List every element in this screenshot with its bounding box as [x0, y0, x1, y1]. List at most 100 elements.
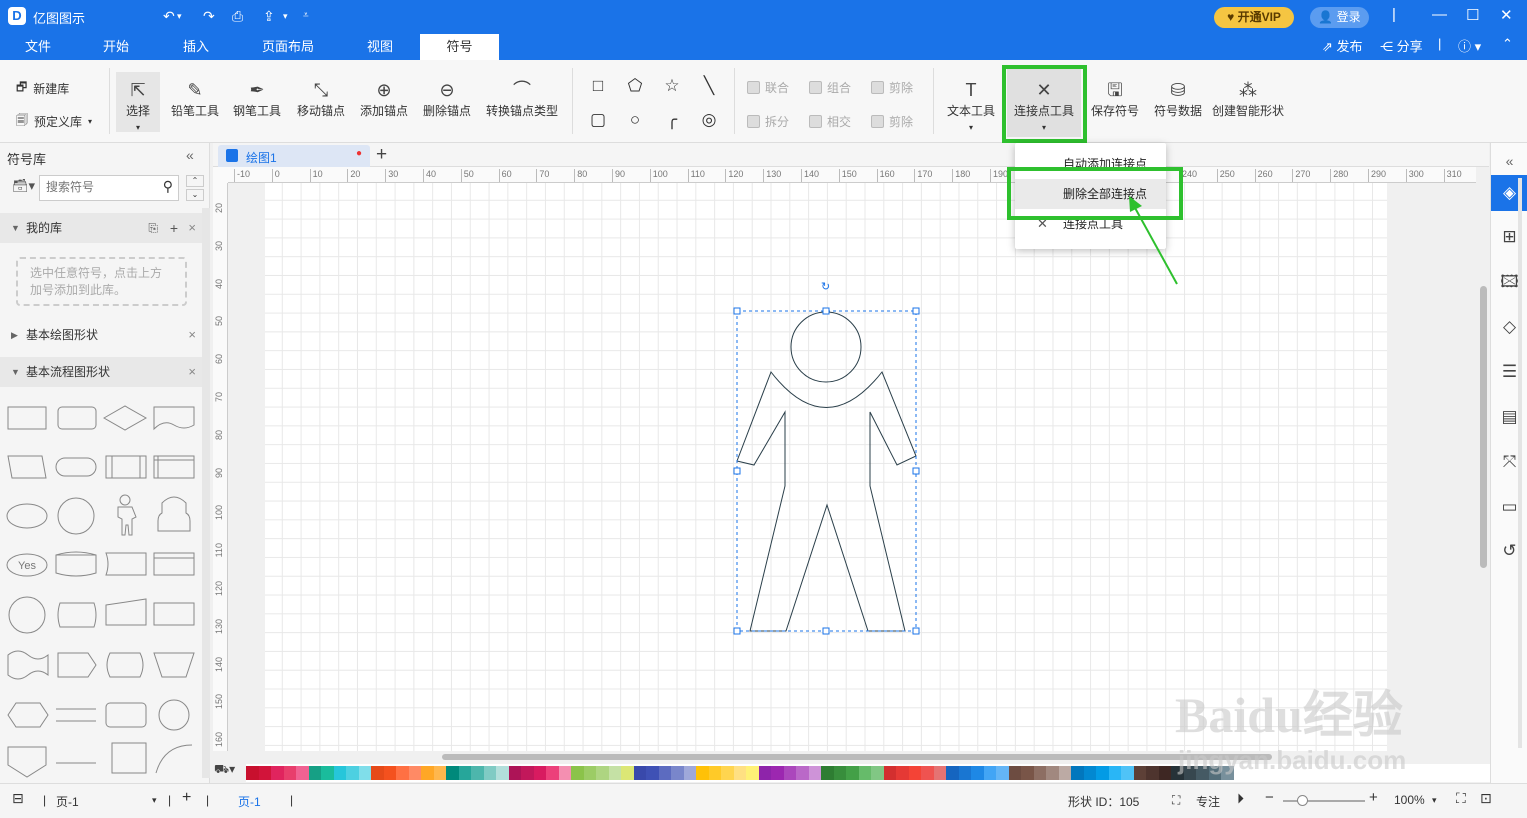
fill-bucket-icon[interactable]: ⛟▾	[214, 762, 246, 782]
color-swatch[interactable]	[446, 766, 459, 780]
color-swatch[interactable]	[471, 766, 484, 780]
close-icon[interactable]: ×	[188, 213, 196, 243]
star-shape-icon[interactable]: ☆	[662, 76, 682, 96]
color-swatch[interactable]	[1158, 766, 1171, 780]
fit-page-icon[interactable]: ⊡	[1480, 790, 1492, 807]
color-swatch[interactable]	[271, 766, 284, 780]
symbol-data-button[interactable]: ⛁ 符号数据	[1151, 78, 1205, 119]
color-swatch[interactable]	[458, 766, 471, 780]
vertical-scrollbar-thumb[interactable]	[1480, 286, 1487, 568]
offpage-connector-shape[interactable]	[7, 746, 47, 778]
color-swatch[interactable]	[708, 766, 721, 780]
color-swatch[interactable]	[396, 766, 409, 780]
person-shape[interactable]	[157, 496, 191, 532]
spiral-shape-icon[interactable]: ◎	[699, 110, 719, 130]
vip-button[interactable]: ♥ 开通VIP	[1214, 7, 1294, 28]
undo-icon[interactable]: ↶	[163, 8, 175, 24]
basic-shapes-header[interactable]: ▶ 基本绘图形状 ×	[0, 320, 202, 350]
add-symbol-icon[interactable]: +	[170, 213, 178, 243]
color-swatch[interactable]	[1083, 766, 1096, 780]
my-library-header[interactable]: ▼ 我的库 ⎘ + ×	[0, 213, 202, 243]
page-tab[interactable]: 页-1	[238, 793, 261, 810]
color-swatch[interactable]	[496, 766, 509, 780]
color-swatch[interactable]	[321, 766, 334, 780]
display-shape[interactable]	[57, 652, 97, 678]
color-swatch[interactable]	[1071, 766, 1084, 780]
color-swatch[interactable]	[871, 766, 884, 780]
color-swatch[interactable]	[521, 766, 534, 780]
play-icon[interactable]: ⏵	[1237, 790, 1244, 807]
export-icon[interactable]: ⇪	[263, 8, 275, 24]
search-input[interactable]	[46, 176, 156, 198]
vertical-scrollbar-track[interactable]	[1477, 183, 1489, 751]
fullscreen-icon[interactable]: ⛶	[1456, 790, 1466, 807]
scroll-up-icon[interactable]: ⌃	[186, 175, 204, 187]
basic-flowchart-header[interactable]: ▼ 基本流程图形状 ×	[0, 357, 202, 387]
color-swatch[interactable]	[658, 766, 671, 780]
color-swatch[interactable]	[308, 766, 321, 780]
expand-panel-icon[interactable]: «	[1491, 143, 1527, 179]
move-anchor-button[interactable]: ⤡ 移动锚点	[293, 78, 349, 119]
combine-button[interactable]: 组合	[809, 79, 851, 96]
split-button[interactable]: 拆分	[747, 113, 789, 130]
predefined-library-button[interactable]: 🗐 预定义库 ▾	[16, 111, 92, 132]
color-swatch[interactable]	[983, 766, 996, 780]
decision-shape[interactable]	[102, 405, 148, 431]
collapse-panel-icon[interactable]: «	[186, 147, 194, 163]
preparation-shape[interactable]	[7, 702, 49, 728]
tab-file[interactable]: 文件	[14, 34, 62, 60]
color-swatch[interactable]	[596, 766, 609, 780]
actor-shape[interactable]	[119, 494, 131, 506]
color-swatch[interactable]	[1033, 766, 1046, 780]
print-icon[interactable]: ⎙	[232, 8, 243, 24]
arc-shape[interactable]	[155, 744, 193, 774]
color-swatch[interactable]	[908, 766, 921, 780]
summing-shape[interactable]	[158, 699, 190, 731]
terminator-shape[interactable]	[55, 457, 97, 477]
maximize-icon[interactable]: ☐	[1466, 6, 1479, 24]
add-anchor-button[interactable]: ⊕ 添加锚点	[356, 78, 412, 119]
create-smart-shape-button[interactable]: ⁂ 创建智能形状	[1210, 78, 1286, 119]
close-icon[interactable]: ✕	[1500, 6, 1513, 24]
login-button[interactable]: 👤 登录	[1310, 7, 1369, 28]
select-tool-button[interactable]: ⇱ 选择 ▾	[116, 72, 160, 132]
share-button[interactable]: ⋲ 分享	[1380, 36, 1423, 55]
color-swatch[interactable]	[508, 766, 521, 780]
color-swatch[interactable]	[808, 766, 821, 780]
intersect-button[interactable]: 相交	[809, 113, 851, 130]
color-swatch[interactable]	[1146, 766, 1159, 780]
circle-shape-icon[interactable]: ○	[625, 110, 645, 130]
tab-home[interactable]: 开始	[92, 34, 140, 60]
color-swatch[interactable]	[721, 766, 734, 780]
color-swatch[interactable]	[758, 766, 771, 780]
page-select[interactable]: 页-1	[56, 793, 79, 810]
internal-storage-shape[interactable]	[153, 455, 195, 479]
add-page-icon[interactable]: +	[182, 789, 191, 807]
color-swatch[interactable]	[433, 766, 446, 780]
color-swatch[interactable]	[846, 766, 859, 780]
color-swatch[interactable]	[696, 766, 709, 780]
color-swatch[interactable]	[608, 766, 621, 780]
close-icon[interactable]: ×	[188, 320, 196, 350]
add-document-icon[interactable]: +	[376, 144, 387, 166]
color-swatch[interactable]	[1108, 766, 1121, 780]
rounded-rectangle-shape-icon[interactable]: ▢	[588, 110, 608, 130]
horizontal-scrollbar-thumb[interactable]	[442, 754, 1272, 760]
tab-view[interactable]: 视图	[356, 34, 404, 60]
ellipse-shape[interactable]	[6, 503, 48, 529]
color-swatch[interactable]	[533, 766, 546, 780]
tab-page-layout[interactable]: 页面布局	[258, 34, 318, 60]
direct-data-shape[interactable]	[57, 602, 97, 628]
library-menu-icon[interactable]: 🗃▾	[12, 178, 35, 194]
rectangle-shape-icon[interactable]: □	[588, 76, 608, 96]
stored-data-shape[interactable]	[105, 552, 147, 576]
export-dropdown-icon[interactable]: ▾	[283, 8, 288, 24]
color-swatch[interactable]	[633, 766, 646, 780]
color-swatch[interactable]	[571, 766, 584, 780]
color-swatch[interactable]	[783, 766, 796, 780]
customize-quick-access-icon[interactable]: ⩡	[303, 8, 309, 24]
connector-shape[interactable]	[8, 596, 46, 634]
minimize-icon[interactable]: —	[1432, 6, 1447, 23]
rounded-process-shape[interactable]	[57, 406, 97, 430]
color-swatch[interactable]	[646, 766, 659, 780]
